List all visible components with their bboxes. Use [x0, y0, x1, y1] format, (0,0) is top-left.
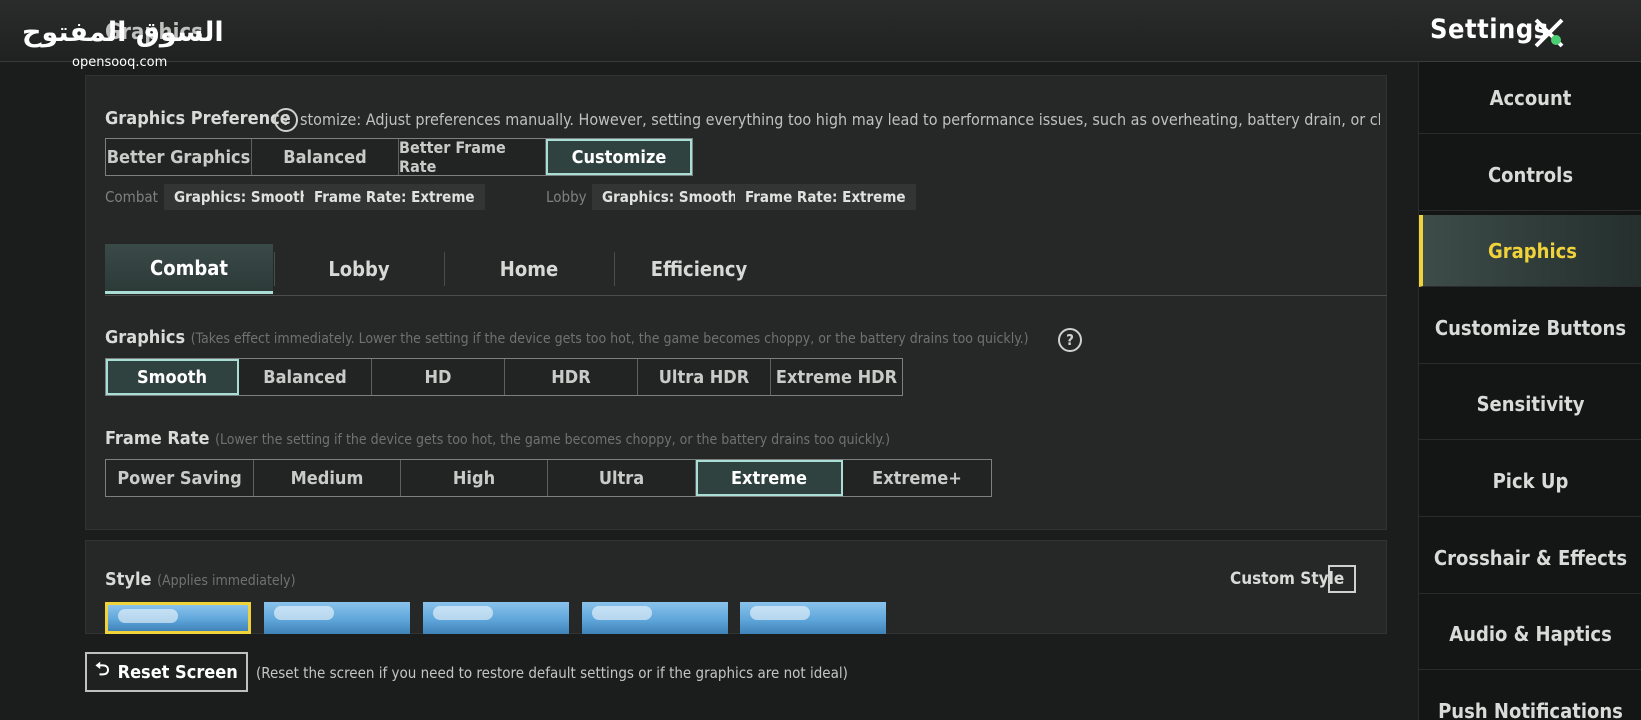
graphics-label: Graphics — [105, 327, 186, 348]
reset-screen-label: Reset Screen — [117, 661, 238, 683]
combat-framerate-chip: Frame Rate: Extreme — [304, 184, 485, 210]
framerate-option-high[interactable]: High — [401, 460, 548, 496]
graphics-note: (Takes effect immediately. Lower the set… — [190, 331, 1029, 347]
sidebar-item-graphics[interactable]: Graphics — [1419, 215, 1641, 287]
lobby-graphics-chip: Graphics: Smooth — [592, 184, 748, 210]
combat-graphics-chip: Graphics: Smooth — [164, 184, 320, 210]
reset-screen-button[interactable]: ⮌ Reset Screen — [85, 652, 248, 692]
graphics-preference-description: stomize: Adjust preferences manually. Ho… — [300, 110, 1380, 129]
frame-rate-label: Frame Rate — [105, 428, 210, 449]
watermark-site: opensooq.com — [72, 55, 168, 70]
graphics-section-label: Graphics (Takes effect immediately. Lowe… — [105, 327, 1029, 348]
style-thumbnail[interactable] — [105, 602, 251, 634]
top-bar — [0, 0, 1641, 62]
sidebar-item-account[interactable]: Account — [1419, 62, 1641, 134]
sidebar-item-customize-buttons[interactable]: Customize Buttons — [1419, 292, 1641, 364]
graphics-option-ultra-hdr[interactable]: Ultra HDR — [638, 359, 771, 395]
undo-arrow-icon: ⮌ — [95, 659, 110, 680]
graphics-preference-label: Graphics Preference — [105, 108, 291, 129]
custom-style-checkbox[interactable] — [1328, 565, 1356, 593]
framerate-option-extreme[interactable]: Extreme — [696, 460, 843, 496]
pref-option-customize[interactable]: Customize — [546, 139, 692, 175]
frame-rate-selector: Power Saving Medium High Ultra Extreme E… — [105, 459, 992, 497]
sidebar-item-sensitivity[interactable]: Sensitivity — [1419, 368, 1641, 440]
sidebar-item-push-notifications[interactable]: Push Notifications — [1419, 675, 1641, 720]
style-thumbnail[interactable] — [740, 602, 886, 634]
style-label: Style — [105, 569, 152, 590]
lobby-framerate-chip: Frame Rate: Extreme — [735, 184, 916, 210]
reset-screen-note: (Reset the screen if you need to restore… — [256, 664, 848, 682]
sidebar-item-pick-up[interactable]: Pick Up — [1419, 445, 1641, 517]
graphics-preference-selector: Better Graphics Balanced Better Frame Ra… — [105, 138, 693, 176]
graphics-option-hdr[interactable]: HDR — [505, 359, 638, 395]
tab-efficiency[interactable]: Efficiency — [615, 244, 783, 294]
graphics-option-smooth[interactable]: Smooth — [106, 359, 239, 395]
pref-option-better-graphics[interactable]: Better Graphics — [106, 139, 252, 175]
frame-rate-note: (Lower the setting if the device gets to… — [215, 432, 891, 448]
frame-rate-section-label: Frame Rate (Lower the setting if the dev… — [105, 428, 890, 449]
help-icon[interactable]: ? — [274, 108, 298, 132]
style-thumbnail[interactable] — [423, 602, 569, 634]
settings-sidebar: Account Controls Graphics Customize Butt… — [1418, 62, 1641, 720]
framerate-option-extreme-plus[interactable]: Extreme+ — [843, 460, 991, 496]
tab-lobby[interactable]: Lobby — [275, 244, 443, 294]
graphics-option-hd[interactable]: HD — [372, 359, 505, 395]
graphics-option-extreme-hdr[interactable]: Extreme HDR — [771, 359, 902, 395]
sidebar-item-audio-haptics[interactable]: Audio & Haptics — [1419, 598, 1641, 670]
style-note: (Applies immediately) — [157, 573, 296, 589]
tab-combat[interactable]: Combat — [105, 244, 273, 294]
framerate-option-power-saving[interactable]: Power Saving — [106, 460, 254, 496]
framerate-option-medium[interactable]: Medium — [254, 460, 401, 496]
style-thumbnail[interactable] — [582, 602, 728, 634]
style-thumbnail[interactable] — [264, 602, 410, 634]
graphics-option-balanced[interactable]: Balanced — [239, 359, 372, 395]
sidebar-item-controls[interactable]: Controls — [1419, 139, 1641, 211]
settings-title: Settings — [1430, 14, 1549, 45]
mode-tabs: Combat Lobby Home Efficiency — [105, 244, 1387, 296]
watermark-logo: السوق المفتوح — [22, 17, 224, 48]
graphics-quality-selector: Smooth Balanced HD HDR Ultra HDR Extreme… — [105, 358, 903, 396]
help-icon[interactable]: ? — [1058, 328, 1082, 352]
combat-summary-label: Combat — [105, 188, 158, 206]
style-section-label: Style (Applies immediately) — [105, 569, 296, 590]
tab-home[interactable]: Home — [445, 244, 613, 294]
sidebar-item-crosshair-effects[interactable]: Crosshair & Effects — [1419, 522, 1641, 594]
lobby-summary-label: Lobby — [546, 188, 587, 206]
pref-option-balanced[interactable]: Balanced — [252, 139, 399, 175]
pref-option-better-frame-rate[interactable]: Better Frame Rate — [399, 138, 546, 176]
framerate-option-ultra[interactable]: Ultra — [548, 460, 696, 496]
close-icon[interactable] — [1532, 16, 1566, 50]
